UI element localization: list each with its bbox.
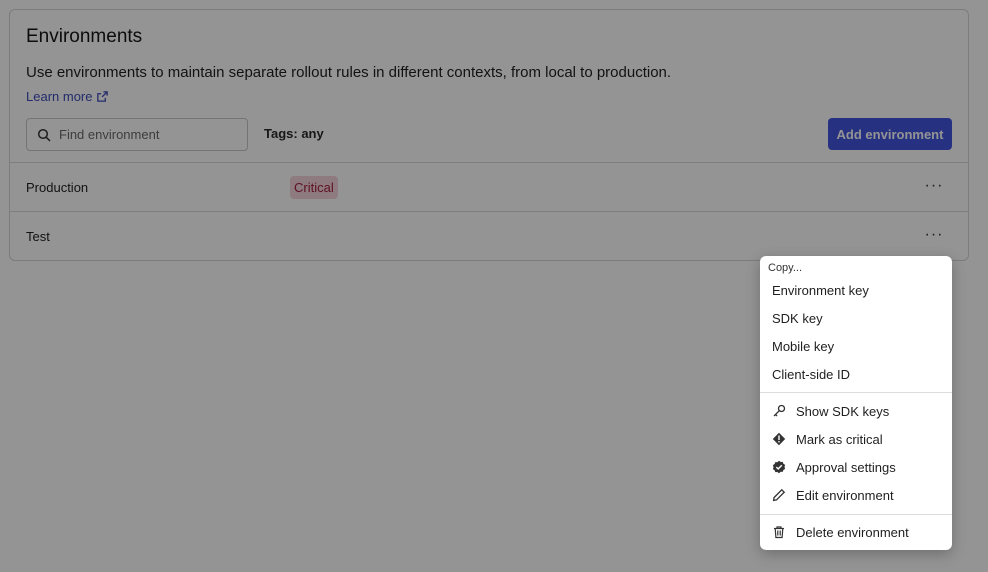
menu-item-label: Edit environment <box>796 487 894 503</box>
menu-item-delete-environment[interactable]: Delete environment <box>760 518 952 546</box>
menu-item-label: Mobile key <box>772 338 835 354</box>
menu-item-copy-sdk-key[interactable]: SDK key <box>760 304 952 332</box>
check-badge-icon <box>772 460 786 474</box>
copy-heading: Copy... <box>768 262 803 274</box>
pencil-icon <box>772 488 786 502</box>
menu-item-label: SDK key <box>772 310 823 326</box>
alert-diamond-icon <box>772 432 786 446</box>
environment-actions-menu: Copy... Environment key SDK key Mobile k… <box>760 256 952 550</box>
menu-item-label: Mark as critical <box>796 431 883 447</box>
menu-item-show-sdk-keys[interactable]: Show SDK keys <box>760 397 952 425</box>
menu-item-mark-as-critical[interactable]: Mark as critical <box>760 425 952 453</box>
menu-item-approval-settings[interactable]: Approval settings <box>760 453 952 481</box>
key-icon <box>772 404 786 418</box>
trash-icon <box>772 525 786 539</box>
menu-item-edit-environment[interactable]: Edit environment <box>760 481 952 509</box>
menu-item-label: Client-side ID <box>772 366 851 382</box>
menu-divider <box>760 514 952 515</box>
menu-item-copy-client-side-id[interactable]: Client-side ID <box>760 360 952 388</box>
menu-item-label: Show SDK keys <box>796 403 890 419</box>
menu-divider <box>760 392 952 393</box>
menu-item-copy-environment-key[interactable]: Environment key <box>760 276 952 304</box>
menu-item-label: Approval settings <box>796 459 896 475</box>
menu-item-label: Delete environment <box>796 524 909 540</box>
menu-item-label: Environment key <box>772 282 869 298</box>
menu-item-copy-mobile-key[interactable]: Mobile key <box>760 332 952 360</box>
